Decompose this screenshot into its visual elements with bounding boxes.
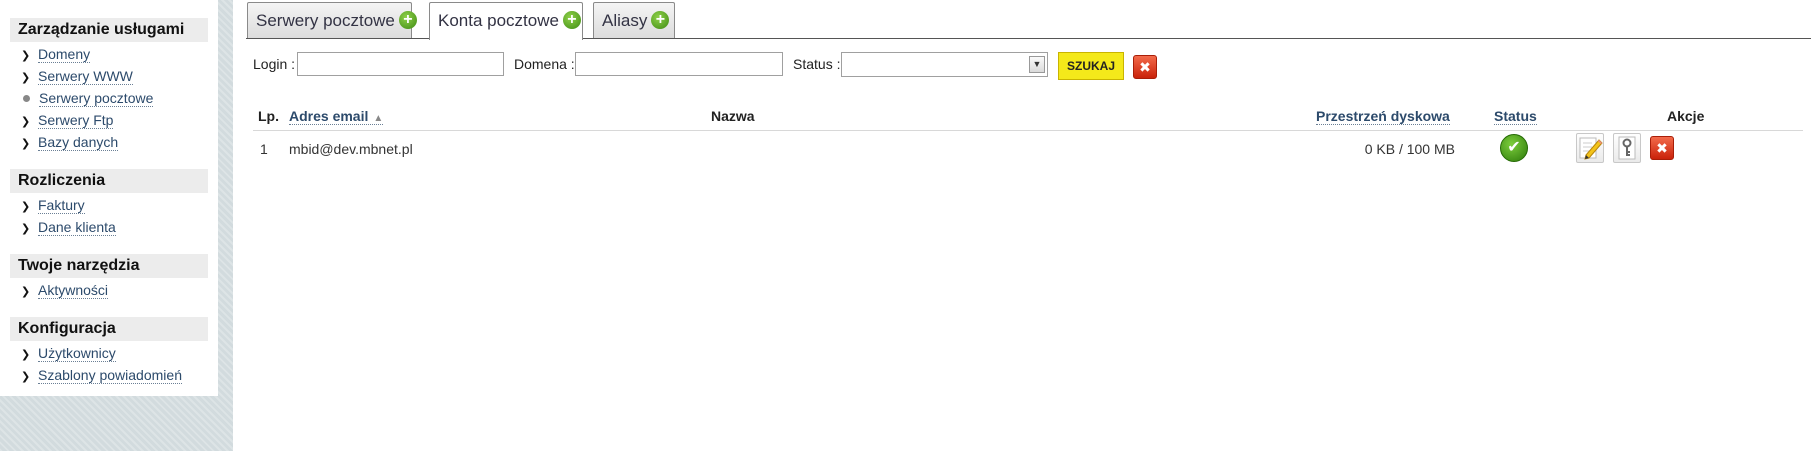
sidebar-item-label: Użytkownicy <box>38 345 116 362</box>
delete-icon[interactable]: ✖ <box>1650 136 1674 160</box>
sidebar-section-title: Konfiguracja <box>10 317 208 341</box>
sidebar-item-label: Serwery pocztowe <box>39 90 154 107</box>
column-header-lp: Lp. <box>258 108 279 124</box>
sidebar-item-label: Serwery WWW <box>38 68 133 85</box>
sidebar-item-label: Domeny <box>38 46 91 63</box>
add-icon[interactable]: + <box>562 11 581 30</box>
cell-lp: 1 <box>260 141 268 157</box>
status-label: Status : <box>793 56 841 72</box>
clear-filter-icon[interactable]: ✖ <box>1133 55 1157 79</box>
sidebar-item-label: Aktywności <box>38 282 109 299</box>
search-button[interactable]: SZUKAJ <box>1058 52 1124 80</box>
sidebar-section-title: Rozliczenia <box>10 169 208 193</box>
sort-asc-icon: ▲ <box>373 113 384 124</box>
column-header-label: Adres email <box>289 108 369 124</box>
sidebar-item-label: Dane klienta <box>38 219 116 236</box>
sidebar-section-title: Twoje narzędzia <box>10 254 208 278</box>
sidebar-item-serwery-pocztowe[interactable]: Serwery pocztowe <box>21 88 154 108</box>
bullet-icon <box>23 95 30 103</box>
sidebar-item-uzytkownicy[interactable]: ❯ Użytkownicy <box>21 343 116 363</box>
sidebar-item-dane-klienta[interactable]: ❯ Dane klienta <box>21 217 116 237</box>
sidebar-item-szablony-powiadomien[interactable]: ❯ Szablony powiadomień <box>21 365 182 385</box>
arrow-icon: ❯ <box>21 50 31 62</box>
arrow-icon: ❯ <box>21 138 31 150</box>
login-label: Login : <box>253 56 296 72</box>
domain-label: Domena : <box>514 56 575 72</box>
tab-serwery-pocztowe[interactable]: Serwery pocztowe + <box>247 2 417 38</box>
domain-input[interactable] <box>575 52 783 76</box>
status-select[interactable]: ▼ <box>841 52 1048 77</box>
login-input[interactable] <box>297 52 504 76</box>
sidebar-item-faktury[interactable]: ❯ Faktury <box>21 195 85 215</box>
tab-label: Konta pocztowe <box>438 11 559 30</box>
arrow-icon: ❯ <box>21 223 31 235</box>
sidebar: Zarządzanie usługami ❯ Domeny ❯ Serwery WW… <box>0 0 218 396</box>
tab-label: Serwery pocztowe <box>256 11 395 30</box>
table-header-divider <box>253 130 1803 131</box>
arrow-icon: ❯ <box>21 286 31 298</box>
sidebar-item-serwery-www[interactable]: ❯ Serwery WWW <box>21 66 133 86</box>
add-icon[interactable]: + <box>398 11 417 30</box>
tab-label: Aliasy <box>602 11 648 30</box>
column-header-name: Nazwa <box>711 108 755 124</box>
arrow-icon: ❯ <box>21 349 31 361</box>
arrow-icon: ❯ <box>21 116 31 128</box>
sidebar-item-label: Szablony powiadomień <box>38 367 182 384</box>
sidebar-section-title: Zarządzanie usługami <box>10 18 208 42</box>
add-icon[interactable]: + <box>651 11 670 30</box>
status-active-icon: ✔ <box>1500 134 1528 162</box>
tab-aliasy[interactable]: Aliasy + <box>593 2 675 38</box>
tab-konta-pocztowe[interactable]: Konta pocztowe + <box>429 2 583 40</box>
cell-email: mbid@dev.mbnet.pl <box>289 141 413 157</box>
sidebar-item-label: Bazy danych <box>38 134 119 151</box>
arrow-icon: ❯ <box>21 371 31 383</box>
column-header-email[interactable]: Adres email ▲ <box>289 108 384 125</box>
chevron-down-icon[interactable]: ▼ <box>1029 56 1045 73</box>
edit-icon[interactable] <box>1576 133 1604 163</box>
sidebar-item-aktywnosci[interactable]: ❯ Aktywności <box>21 280 109 300</box>
arrow-icon: ❯ <box>21 72 31 84</box>
sidebar-item-bazy-danych[interactable]: ❯ Bazy danych <box>21 132 119 152</box>
sidebar-item-serwery-ftp[interactable]: ❯ Serwery Ftp <box>21 110 114 130</box>
column-header-space[interactable]: Przestrzeń dyskowa <box>1316 108 1450 125</box>
cell-space: 0 KB / 100 MB <box>1364 141 1455 157</box>
sidebar-item-domeny[interactable]: ❯ Domeny <box>21 44 91 64</box>
sidebar-item-label: Serwery Ftp <box>38 112 114 129</box>
password-key-icon[interactable] <box>1613 133 1641 163</box>
column-header-actions: Akcje <box>1667 108 1705 124</box>
arrow-icon: ❯ <box>21 201 31 213</box>
column-header-status[interactable]: Status <box>1494 108 1537 125</box>
sidebar-item-label: Faktury <box>38 197 85 214</box>
